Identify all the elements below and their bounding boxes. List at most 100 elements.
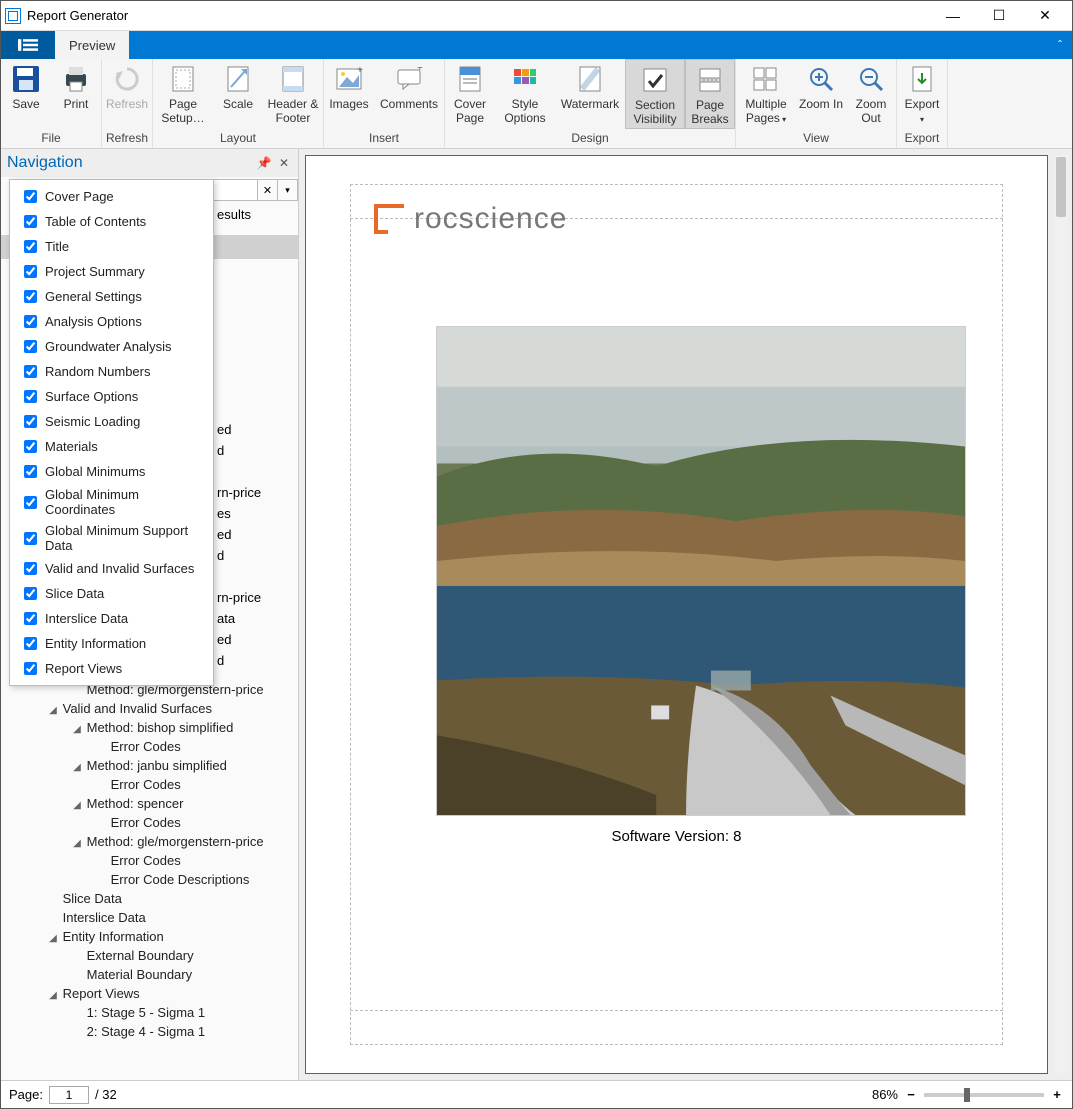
- visibility-check-global-minimum-coordinates[interactable]: Global Minimum Coordinates: [10, 484, 213, 520]
- tree-item[interactable]: Error Codes: [3, 851, 296, 870]
- checkbox[interactable]: [24, 190, 37, 203]
- page-setup-button[interactable]: Page Setup…: [153, 59, 213, 129]
- visibility-check-random-numbers[interactable]: Random Numbers: [10, 359, 213, 384]
- close-panel-button[interactable]: ✕: [276, 155, 292, 171]
- zoom-slider[interactable]: [924, 1093, 1044, 1097]
- close-button[interactable]: ✕: [1022, 2, 1068, 30]
- page-number-input[interactable]: [49, 1086, 89, 1104]
- cover-page-button[interactable]: Cover Page: [445, 59, 495, 129]
- tab-preview[interactable]: Preview: [55, 31, 129, 59]
- tree-item[interactable]: Error Codes: [3, 737, 296, 756]
- save-button[interactable]: Save: [1, 59, 51, 129]
- checkbox[interactable]: [24, 240, 37, 253]
- search-input[interactable]: [211, 179, 258, 201]
- visibility-check-table-of-contents[interactable]: Table of Contents: [10, 209, 213, 234]
- visibility-check-analysis-options[interactable]: Analysis Options: [10, 309, 213, 334]
- visibility-check-surface-options[interactable]: Surface Options: [10, 384, 213, 409]
- checkbox[interactable]: [24, 662, 37, 675]
- preview-page[interactable]: rocscience: [305, 155, 1048, 1074]
- checkbox[interactable]: [24, 562, 37, 575]
- visibility-check-project-summary[interactable]: Project Summary: [10, 259, 213, 284]
- visibility-check-materials[interactable]: Materials: [10, 434, 213, 459]
- checkbox[interactable]: [24, 465, 37, 478]
- checkbox[interactable]: [24, 365, 37, 378]
- tree-item[interactable]: Error Codes: [3, 775, 296, 794]
- expand-arrow-icon[interactable]: ◢: [47, 990, 59, 1001]
- images-button[interactable]: + Images: [324, 59, 374, 129]
- tree-item[interactable]: Interslice Data: [3, 908, 296, 927]
- tree-item[interactable]: Error Codes: [3, 813, 296, 832]
- visibility-check-entity-information[interactable]: Entity Information: [10, 631, 213, 656]
- checkbox[interactable]: [24, 440, 37, 453]
- tree-item[interactable]: ◢ Method: bishop simplified: [3, 718, 296, 737]
- print-button[interactable]: Print: [51, 59, 101, 129]
- expand-arrow-icon[interactable]: ◢: [47, 933, 59, 944]
- tree-item[interactable]: External Boundary: [3, 946, 296, 965]
- visibility-check-valid-and-invalid-surfaces[interactable]: Valid and Invalid Surfaces: [10, 556, 213, 581]
- vertical-scrollbar[interactable]: [1054, 155, 1068, 1074]
- visibility-check-report-views[interactable]: Report Views: [10, 656, 213, 681]
- checkbox[interactable]: [24, 637, 37, 650]
- visibility-check-cover-page[interactable]: Cover Page: [10, 184, 213, 209]
- visibility-check-general-settings[interactable]: General Settings: [10, 284, 213, 309]
- visibility-check-global-minimum-support-data[interactable]: Global Minimum Support Data: [10, 520, 213, 556]
- checkbox[interactable]: [24, 340, 37, 353]
- tree-item[interactable]: Error Code Descriptions: [3, 870, 296, 889]
- checkbox[interactable]: [24, 532, 37, 545]
- expand-arrow-icon[interactable]: ◢: [71, 838, 83, 849]
- expand-arrow-icon[interactable]: ◢: [71, 724, 83, 735]
- checkbox[interactable]: [24, 415, 37, 428]
- minimize-button[interactable]: —: [930, 2, 976, 30]
- scale-button[interactable]: Scale: [213, 59, 263, 129]
- header-footer-button[interactable]: Header & Footer: [263, 59, 323, 129]
- visibility-check-global-minimums[interactable]: Global Minimums: [10, 459, 213, 484]
- visibility-check-interslice-data[interactable]: Interslice Data: [10, 606, 213, 631]
- pin-button[interactable]: 📌: [256, 155, 272, 171]
- multiple-pages-button[interactable]: Multiple Pages ▾: [736, 59, 796, 129]
- tree-item[interactable]: Material Boundary: [3, 965, 296, 984]
- maximize-button[interactable]: ☐: [976, 2, 1022, 30]
- checkbox[interactable]: [24, 587, 37, 600]
- checkbox[interactable]: [24, 315, 37, 328]
- zoom-in-button[interactable]: Zoom In: [796, 59, 846, 129]
- checkbox[interactable]: [24, 215, 37, 228]
- tree-item[interactable]: ◢ Entity Information: [3, 927, 296, 946]
- tree-item[interactable]: ◢ Method: gle/morgenstern-price: [3, 832, 296, 851]
- ribbon-menu-button[interactable]: [1, 31, 55, 59]
- visibility-check-groundwater-analysis[interactable]: Groundwater Analysis: [10, 334, 213, 359]
- tree-item[interactable]: Slice Data: [3, 889, 296, 908]
- style-options-button[interactable]: Style Options: [495, 59, 555, 129]
- tree-item[interactable]: ◢ Method: spencer: [3, 794, 296, 813]
- checkbox[interactable]: [24, 612, 37, 625]
- tree-item[interactable]: ◢ Report Views: [3, 984, 296, 1003]
- checkbox-label: Project Summary: [45, 264, 145, 279]
- visibility-check-slice-data[interactable]: Slice Data: [10, 581, 213, 606]
- checkbox[interactable]: [24, 390, 37, 403]
- zoom-plus-button[interactable]: +: [1050, 1087, 1064, 1102]
- visibility-check-seismic-loading[interactable]: Seismic Loading: [10, 409, 213, 434]
- tree-item[interactable]: 1: Stage 5 - Sigma 1: [3, 1003, 296, 1022]
- checkbox[interactable]: [24, 496, 37, 509]
- tree-item[interactable]: 2: Stage 4 - Sigma 1: [3, 1022, 296, 1041]
- refresh-button[interactable]: Refresh: [102, 59, 152, 129]
- search-clear-button[interactable]: ✕: [258, 179, 278, 201]
- checkbox[interactable]: [24, 265, 37, 278]
- tree-item[interactable]: ◢ Method: janbu simplified: [3, 756, 296, 775]
- expand-arrow-icon[interactable]: ◢: [71, 800, 83, 811]
- expand-arrow-icon[interactable]: ◢: [71, 762, 83, 773]
- comments-button[interactable]: + Comments: [374, 59, 444, 129]
- watermark-button[interactable]: Watermark: [555, 59, 625, 129]
- checkbox-label: Groundwater Analysis: [45, 339, 171, 354]
- ribbon-collapse-button[interactable]: ˆ: [1048, 31, 1072, 59]
- section-visibility-button[interactable]: Section Visibility: [625, 59, 685, 129]
- search-dropdown-button[interactable]: ▾: [278, 179, 298, 201]
- tree-item[interactable]: ◢ Valid and Invalid Surfaces: [3, 699, 296, 718]
- checkbox[interactable]: [24, 290, 37, 303]
- export-button[interactable]: Export▾: [897, 59, 947, 129]
- zoom-out-button[interactable]: Zoom Out: [846, 59, 896, 129]
- visibility-check-title[interactable]: Title: [10, 234, 213, 259]
- zoom-minus-button[interactable]: −: [904, 1087, 918, 1102]
- ribbon: Save Print File Refresh Refresh: [1, 59, 1072, 149]
- expand-arrow-icon[interactable]: ◢: [47, 705, 59, 716]
- page-breaks-button[interactable]: Page Breaks: [685, 59, 735, 129]
